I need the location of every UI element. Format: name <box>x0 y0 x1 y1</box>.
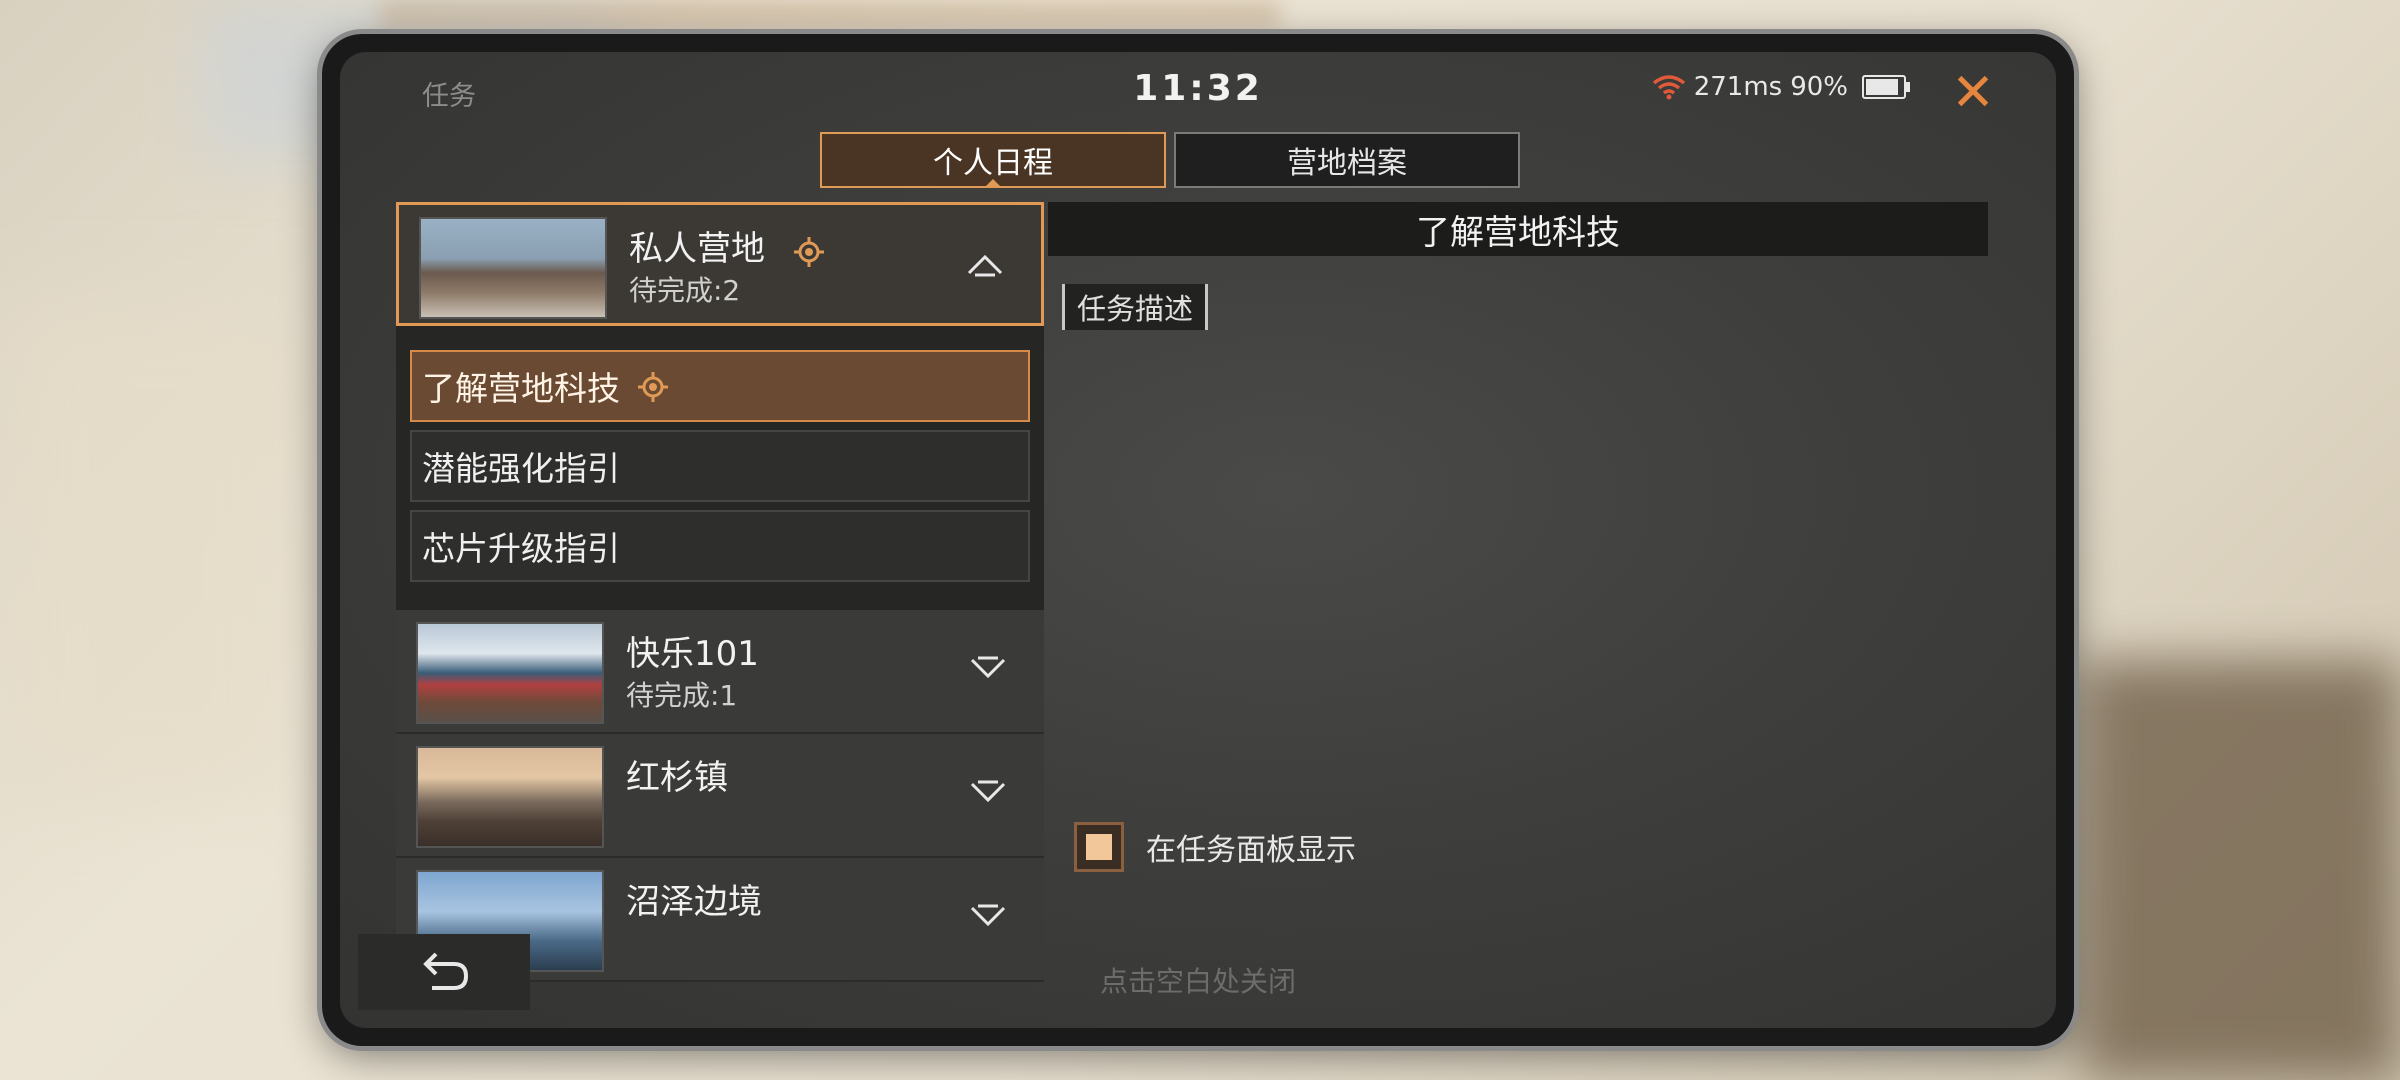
camp-item-private[interactable]: 私人营地 待完成:2 <box>396 202 1044 326</box>
camp-item-happy101[interactable]: 快乐101 待完成:1 <box>396 610 1044 734</box>
ping-value: 271ms <box>1693 72 1783 102</box>
camp-name: 沼泽边境 <box>626 882 762 922</box>
camp-thumbnail <box>419 217 607 319</box>
background-blur <box>0 300 300 800</box>
wifi-icon <box>1652 74 1686 100</box>
device-frame: 任务 11:32 271ms 90% ✕ 个人日程 营地档案 私人营地 待完成:… <box>322 34 2074 1046</box>
camp-name: 快乐101 <box>626 634 759 674</box>
chevron-down-icon[interactable] <box>968 780 1008 806</box>
task-item[interactable]: 潜能强化指引 <box>410 430 1030 502</box>
camp-pending-count: 待完成:2 <box>629 274 741 307</box>
camp-name: 私人营地 <box>629 221 824 270</box>
show-in-panel-label: 在任务面板显示 <box>1146 833 1356 868</box>
chevron-down-icon[interactable] <box>968 904 1008 930</box>
task-sublist: 了解营地科技 潜能强化指引 芯片升级指引 <box>396 326 1044 610</box>
task-description-label: 任务描述 <box>1062 284 1209 330</box>
tab-personal-schedule[interactable]: 个人日程 <box>820 132 1166 188</box>
close-button[interactable]: ✕ <box>1948 67 1998 120</box>
task-item[interactable]: 了解营地科技 <box>410 350 1030 422</box>
camp-list[interactable]: 私人营地 待完成:2 了解营地科技 潜能强化指引 芯片升级指引 快乐101 待完… <box>396 202 1044 987</box>
show-in-panel-toggle[interactable]: 在任务面板显示 <box>1074 822 1356 872</box>
camp-pending-count: 待完成:1 <box>626 679 738 712</box>
camp-item-redwood[interactable]: 红杉镇 <box>396 734 1044 858</box>
location-target-icon <box>638 371 668 402</box>
battery-icon <box>1862 75 1910 99</box>
task-item[interactable]: 芯片升级指引 <box>410 510 1030 582</box>
chevron-down-icon[interactable] <box>968 656 1008 682</box>
tab-bar: 个人日程 营地档案 <box>820 132 1520 188</box>
show-in-panel-checkbox[interactable] <box>1074 822 1124 872</box>
task-detail-title: 了解营地科技 <box>1048 202 1988 256</box>
battery-percent: 90% <box>1790 72 1848 102</box>
location-target-icon <box>793 236 824 267</box>
camp-name: 红杉镇 <box>626 758 728 798</box>
task-panel: 任务 11:32 271ms 90% ✕ 个人日程 营地档案 私人营地 待完成:… <box>340 52 2056 1028</box>
close-hint-text: 点击空白处关闭 <box>1099 965 1296 998</box>
background-blur <box>380 0 1280 30</box>
checkbox-checked-mark <box>1086 834 1112 860</box>
background-blur <box>2080 660 2400 1080</box>
tab-camp-archive[interactable]: 营地档案 <box>1174 132 1520 188</box>
chevron-up-icon[interactable] <box>965 251 1005 277</box>
camp-thumbnail <box>416 622 604 724</box>
camp-thumbnail <box>416 746 604 848</box>
status-bar: 271ms 90% <box>1652 72 1910 102</box>
